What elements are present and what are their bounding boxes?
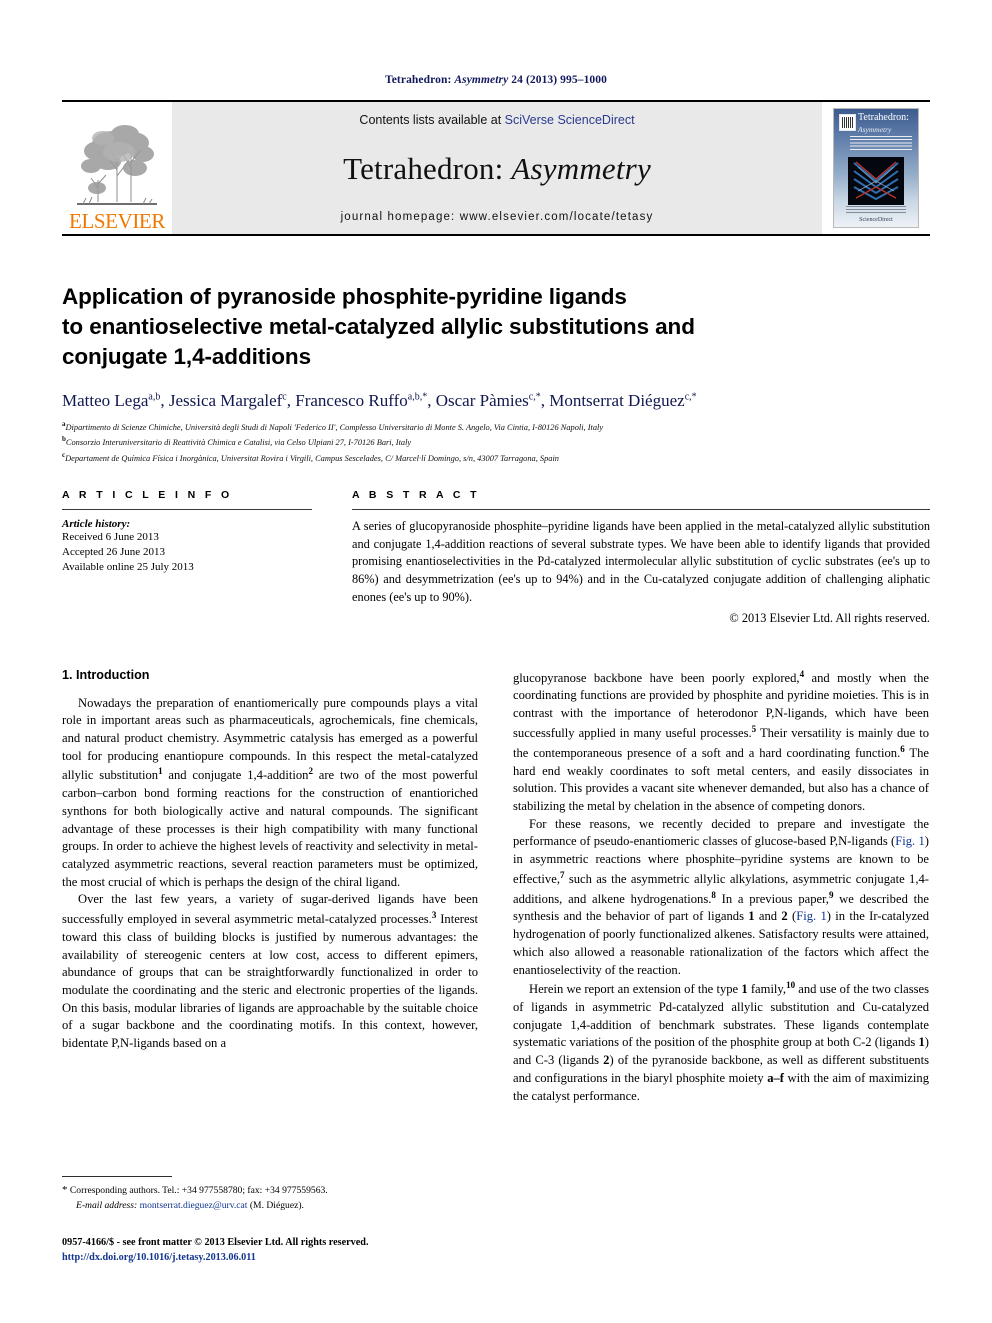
abstract-heading: A B S T R A C T [352,489,480,502]
imprint-block: 0957-4166/$ - see front matter © 2013 El… [62,1236,662,1266]
corresponding-author-footnote: * Corresponding authors. Tel.: +34 97755… [62,1176,478,1212]
paragraph: Herein we report an extension of the typ… [513,980,930,1103]
body-column-left: 1. Introduction Nowadays the preparation… [62,668,478,1106]
paper-page: Tetrahedron: Asymmetry 24 (2013) 995–100… [0,0,992,1323]
author-sep: , [427,390,436,410]
elsevier-wordmark: ELSEVIER [69,209,165,233]
running-head-journal: Tetrahedron: [385,74,455,86]
affiliation-text: Dipartimento di Scienze Chimiche, Univer… [65,422,604,432]
cover-publisher-icon [839,114,856,131]
article-info-column: A R T I C L E I N F O Article history: R… [62,489,312,626]
author-name: Francesco Ruffo [295,390,408,410]
journal-homepage[interactable]: journal homepage: www.elsevier.com/locat… [341,211,654,223]
paragraph: glucopyranose backbone have been poorly … [513,668,930,813]
imprint-doi-link[interactable]: http://dx.doi.org/10.1016/j.tetasy.2013.… [62,1251,662,1266]
masthead-center: Contents lists available at SciVerse Sci… [172,102,822,234]
cover-artwork-svg [848,157,904,205]
abstract-column: A B S T R A C T A series of glucopyranos… [352,489,930,626]
article-info-rule [62,509,312,511]
journal-cover-block: Tetrahedron: Asymmetry ScienceDirect [822,102,930,234]
paragraph: Nowadays the preparation of enantiomeric… [62,695,479,889]
abstract-rule [352,509,930,511]
sciencedirect-link[interactable]: SciVerse ScienceDirect [505,113,635,127]
cover-artwork [848,157,904,205]
author-affil-marks: c,* [684,391,697,403]
author-sep: , [286,390,296,410]
author-entry: Matteo Legaa,b, [62,391,169,410]
author-list: Matteo Legaa,b, Jessica Margalefc, Franc… [62,390,930,412]
elsevier-tree-icon [77,125,157,205]
author-affil-marks: a,b,* [407,391,428,403]
cover-title: Tetrahedron: [858,112,909,123]
body-column-right: glucopyranose backbone have been poorly … [513,668,929,1106]
abstract-copyright: © 2013 Elsevier Ltd. All rights reserved… [729,610,930,625]
author-affil-marks: c,* [528,391,541,403]
cover-footer-lines [846,206,906,213]
running-head-journal-italic: Asymmetry [454,74,509,86]
cover-subtitle: Asymmetry [858,125,892,134]
title-line-1: Application of pyranoside phosphite-pyri… [62,284,627,309]
paragraph: For these reasons, we recently decided t… [513,816,929,977]
author-name: Matteo Lega [62,390,149,410]
journal-title-italic: Asymmetry [511,151,651,186]
footnote-corresponding-line: * Corresponding authors. Tel.: +34 97755… [62,1183,478,1199]
footnote-rule [62,1176,172,1177]
info-abstract-block: A R T I C L E I N F O Article history: R… [62,489,930,626]
article-history-received: Received 6 June 2013 [62,531,159,544]
affiliation-item: cDepartament de Química Física i Inorgàn… [62,450,930,465]
paragraph: Over the last few years, a variety of su… [62,892,478,1051]
cover-brand: ScienceDirect [859,217,893,223]
section-heading-introduction: 1. Introduction [62,667,150,682]
author-entry: Jessica Margalefc, [169,391,295,410]
author-entry: Francesco Ruffoa,b,*, [295,391,435,410]
author-sep: , [540,390,550,410]
contents-prefix: Contents lists available at [359,113,505,127]
footnote-corresponding-text: Corresponding authors. Tel.: +34 9775587… [67,1185,328,1196]
body-columns: 1. Introduction Nowadays the preparation… [62,668,930,1106]
imprint-issn-line: 0957-4166/$ - see front matter © 2013 El… [62,1237,369,1248]
journal-cover-thumbnail: Tetrahedron: Asymmetry ScienceDirect [833,108,919,228]
journal-title-main: Tetrahedron: [343,151,512,186]
article-history-label: Article history: [62,518,131,531]
page-title: Application of pyranoside phosphite-pyri… [62,282,930,372]
footnote-email-suffix: (M. Diéguez). [247,1199,304,1211]
affiliation-item: bConsorzio Interuniversitario di Reattiv… [62,434,930,449]
article-history-accepted: Accepted 26 June 2013 [62,546,165,559]
affiliation-list: aDipartimento di Scienze Chimiche, Unive… [62,419,930,465]
running-head-citation: 24 (2013) 995–1000 [508,74,607,86]
footnote-email-line: E-mail address: montserrat.dieguez@urv.c… [62,1199,478,1213]
footnote-email-link[interactable]: montserrat.dieguez@urv.cat [140,1200,248,1211]
author-sep: , [160,390,169,410]
article-history-online: Available online 25 July 2013 [62,561,194,574]
author-entry: Montserrat Diéguezc,* [549,391,696,410]
cover-blurb-lines [850,136,912,150]
journal-masthead: ELSEVIER Contents lists available at Sci… [62,100,930,236]
contents-list-line: Contents lists available at SciVerse Sci… [359,113,634,127]
journal-title: Tetrahedron: Asymmetry [343,151,651,187]
elsevier-logo: ELSEVIER [62,102,172,234]
running-head: Tetrahedron: Asymmetry 24 (2013) 995–100… [62,0,930,86]
author-entry: Oscar Pàmiesc,*, [436,391,549,410]
affiliation-text: Departament de Química Física i Inorgàni… [65,453,559,463]
author-name: Jessica Margalef [168,390,283,410]
abstract-text: A series of glucopyranoside phosphite–py… [352,519,930,604]
affiliation-text: Consorzio Interuniversitario di Reattivi… [65,438,412,448]
title-line-3: conjugate 1,4-additions [62,343,311,369]
article-info-heading: A R T I C L E I N F O [62,489,233,502]
title-line-2: to enantioselective metal-catalyzed ally… [62,313,695,339]
author-affil-marks: a,b [148,391,161,403]
author-name: Oscar Pàmies [435,390,529,410]
footnote-email-label: E-mail address: [76,1199,138,1211]
affiliation-item: aDipartimento di Scienze Chimiche, Unive… [62,419,930,434]
author-name: Montserrat Diéguez [549,390,685,410]
